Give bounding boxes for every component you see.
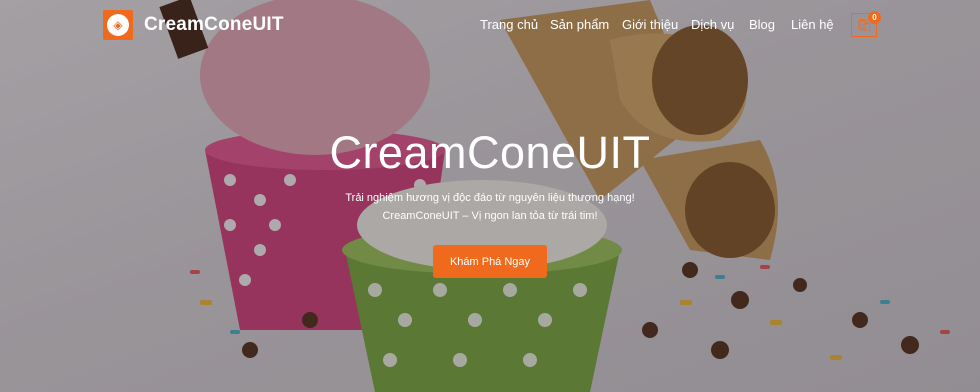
nav-item-services[interactable]: Dịch vụ xyxy=(691,17,734,32)
site-header: ◈ CreamConeUIT Trang chủ Sản phẩm Giới t… xyxy=(0,0,980,52)
brand-logo[interactable]: ◈ xyxy=(103,10,133,40)
hero-title: CreamConeUIT xyxy=(329,127,651,178)
nav-item-home[interactable]: Trang chủ xyxy=(480,17,538,32)
nav-item-about[interactable]: Giới thiệu xyxy=(622,17,678,32)
explore-now-button[interactable]: Khám Phá Ngay xyxy=(433,245,547,278)
hero-subtitle-line-1: Trải nghiệm hương vị độc đáo từ nguyên l… xyxy=(345,192,635,204)
hero-subtitle-line-2: CreamConeUIT – Vị ngon lan tỏa từ trái t… xyxy=(382,210,598,222)
nav-item-blog[interactable]: Blog xyxy=(749,17,775,32)
ice-cream-cone-icon: ◈ xyxy=(107,14,129,36)
hero-section: ◈ CreamConeUIT Trang chủ Sản phẩm Giới t… xyxy=(0,0,980,392)
nav-item-contact[interactable]: Liên hệ xyxy=(791,17,834,32)
cart-count-badge: 0 xyxy=(868,11,881,24)
nav-item-products[interactable]: Sản phẩm xyxy=(550,17,609,32)
brand-name[interactable]: CreamConeUIT xyxy=(144,14,284,36)
